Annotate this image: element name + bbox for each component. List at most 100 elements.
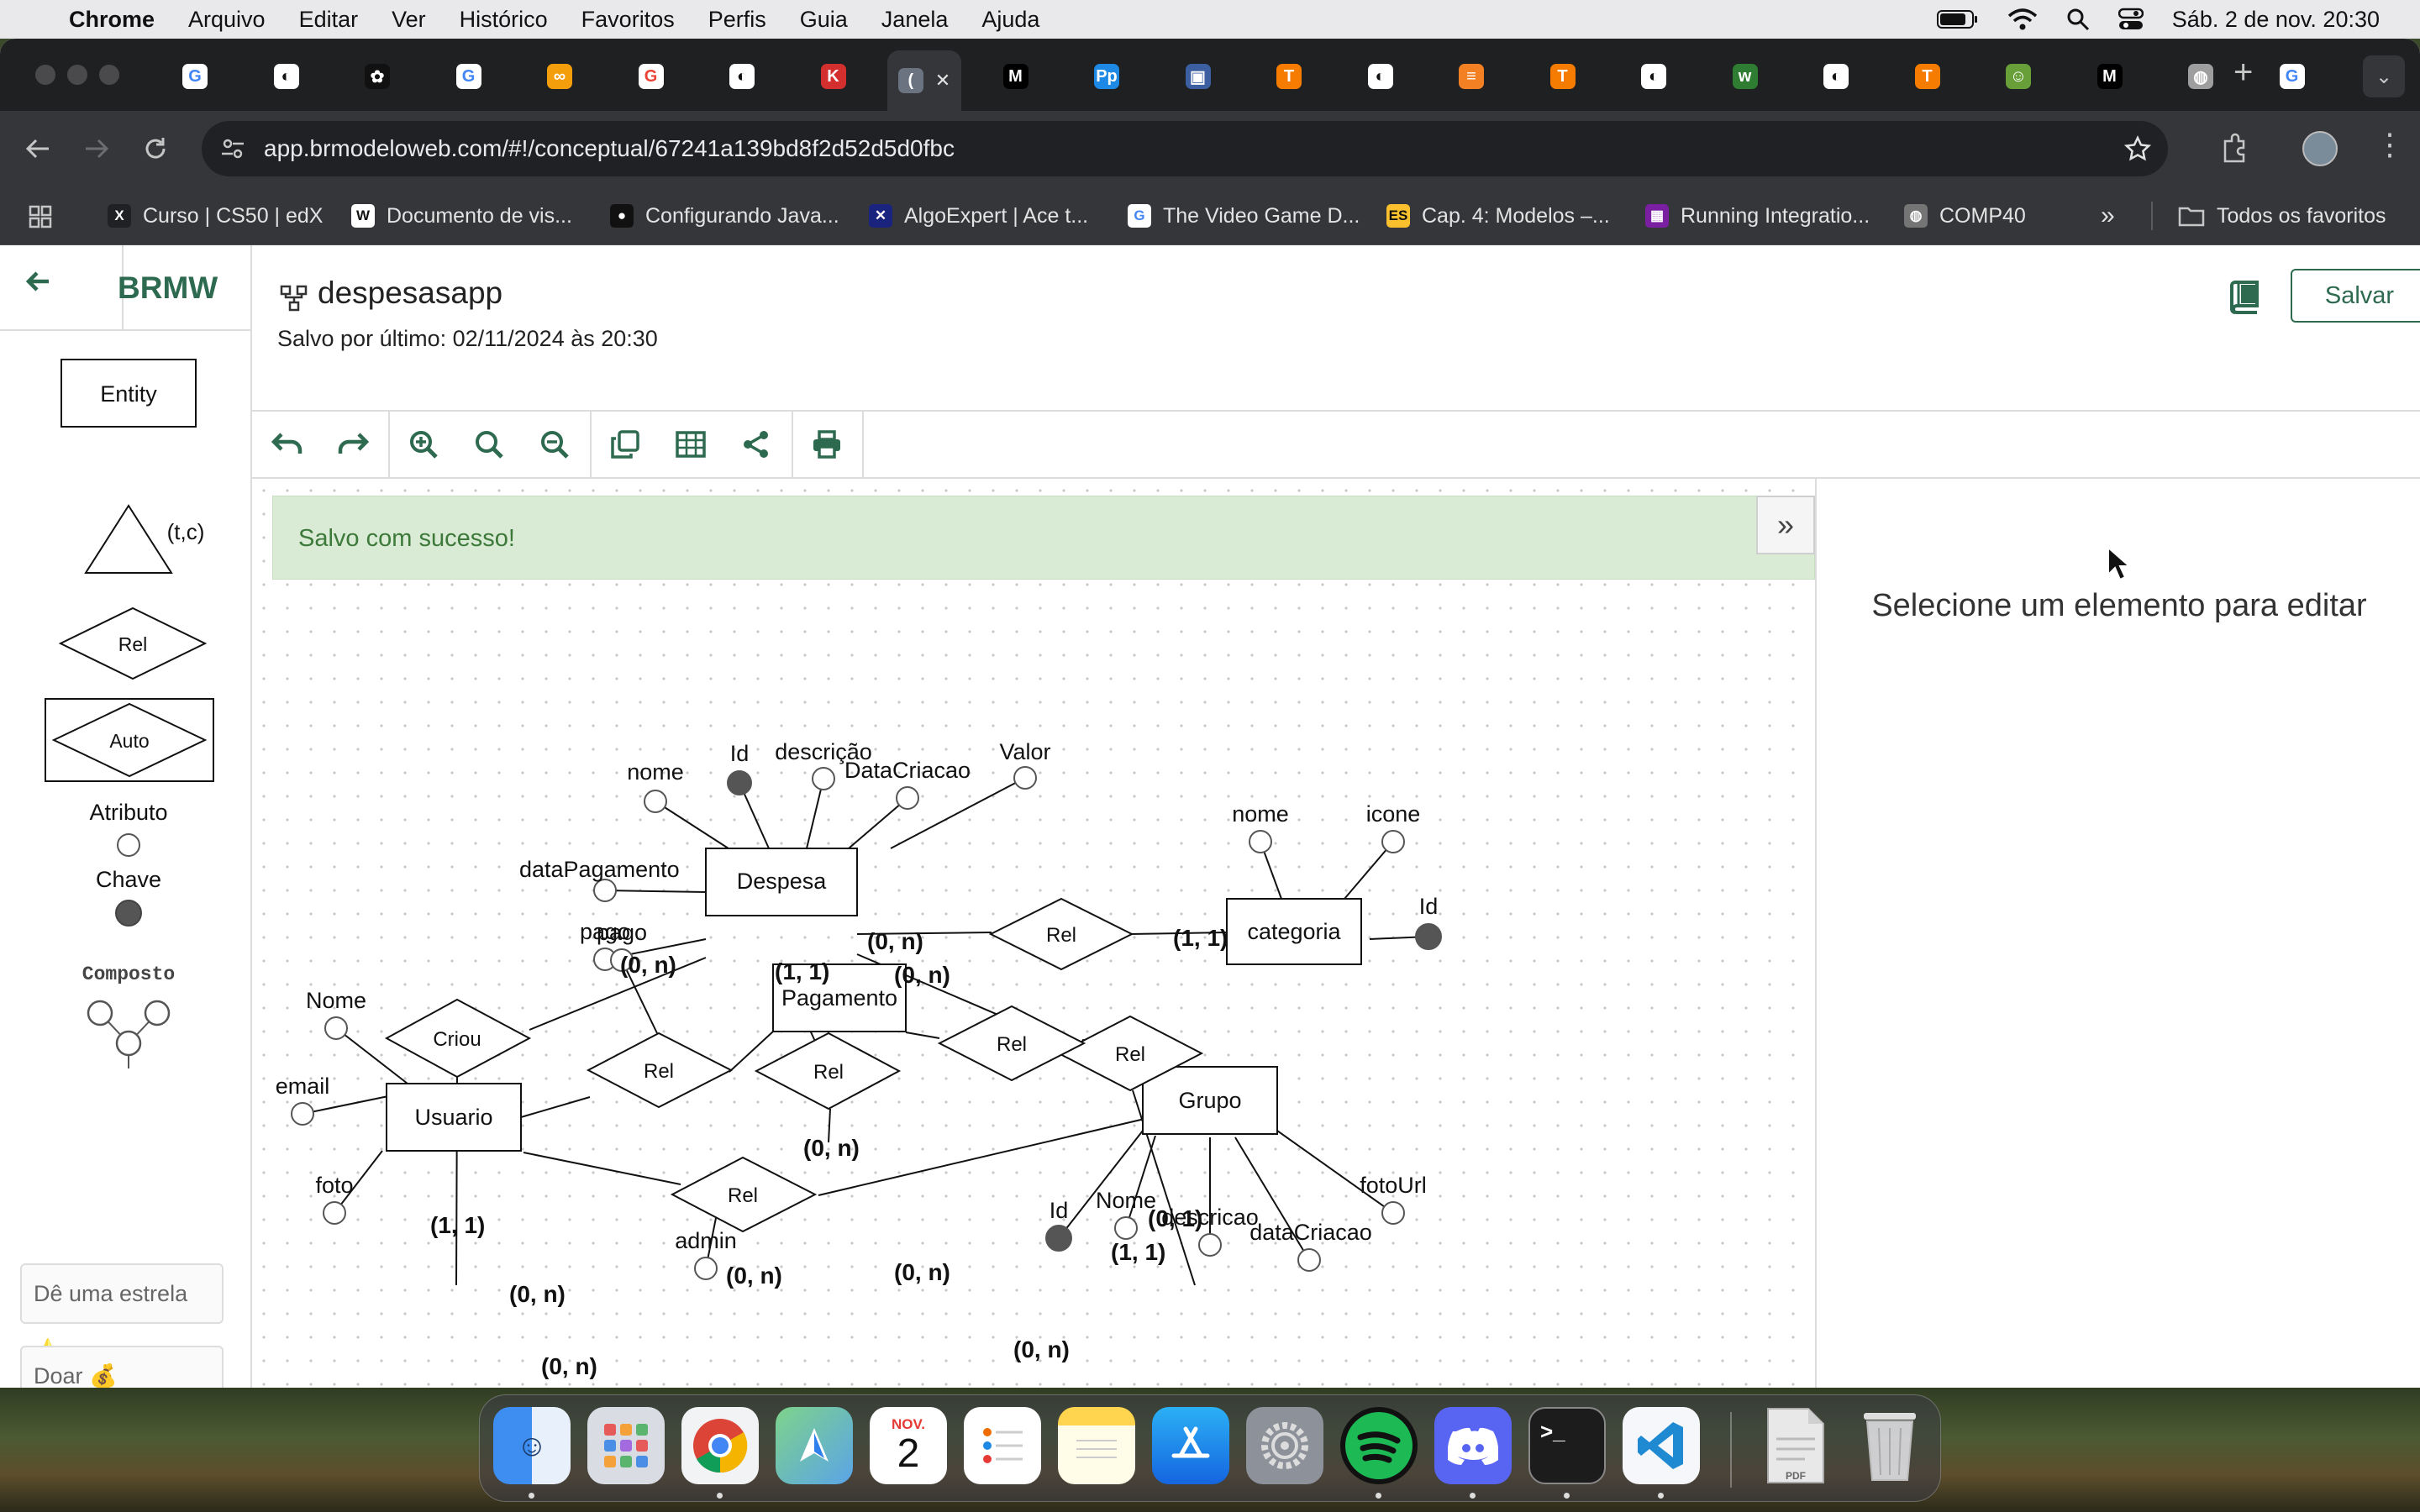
terminal-icon[interactable]: >_	[1528, 1407, 1606, 1484]
address-bar[interactable]: app.brmodeloweb.com/#!/conceptual/67241a…	[202, 121, 2168, 176]
calendar-icon[interactable]: NOV. 2	[870, 1407, 947, 1484]
bookmark-star-icon[interactable]	[2124, 135, 2151, 162]
attr-despesa-nome[interactable]	[644, 790, 667, 813]
bookmarks-overflow-icon[interactable]: »	[2101, 186, 2115, 245]
menu-app-name[interactable]: Chrome	[69, 7, 155, 33]
browser-tab[interactable]: ☺	[1981, 54, 2055, 99]
chrome-menu-icon[interactable]: ⋮	[2375, 129, 2405, 160]
window-minimize-button[interactable]	[67, 65, 87, 85]
browser-tab[interactable]: G	[614, 54, 688, 99]
menubar-clock[interactable]: Sáb. 2 de nov. 20:30	[2172, 7, 2380, 33]
bookmark-video-game[interactable]: G The Video Game D...	[1128, 186, 1360, 245]
diagram-canvas[interactable]: Despesa categoria Pagamento Usuario Grup…	[252, 479, 1815, 1388]
browser-tab[interactable]: M	[979, 54, 1053, 99]
attr-despesa-valor[interactable]	[1013, 766, 1037, 790]
menu-historico[interactable]: Histórico	[460, 7, 548, 33]
tab-active[interactable]: (✕	[887, 50, 961, 111]
undo-button[interactable]	[255, 412, 320, 477]
zoom-out-button[interactable]	[522, 412, 587, 477]
notes-icon[interactable]	[1058, 1407, 1135, 1484]
browser-tab[interactable]: ◐	[250, 54, 324, 99]
palette-specialization[interactable]: (t,c)	[84, 504, 204, 574]
rel-criou[interactable]: Criou	[384, 998, 532, 1079]
browser-tab[interactable]: T	[1526, 54, 1600, 99]
browser-tab[interactable]: T	[1891, 54, 1965, 99]
star-button[interactable]: Dê uma estrela ⭐	[20, 1263, 224, 1363]
print-button[interactable]	[794, 412, 860, 477]
reload-icon[interactable]	[141, 134, 170, 163]
browser-tab[interactable]: w	[1708, 54, 1782, 99]
attr-categoria-nome[interactable]	[1249, 830, 1272, 853]
attr-grupo-nome[interactable]	[1114, 1216, 1138, 1240]
browser-tab[interactable]: G	[158, 54, 232, 99]
duplicate-button[interactable]	[592, 412, 658, 477]
bookmark-algoexpert[interactable]: ✕ AlgoExpert | Ace t...	[869, 186, 1088, 245]
browser-tab[interactable]: ◐	[705, 54, 779, 99]
save-button[interactable]: Salvar	[2291, 269, 2420, 323]
entity-categoria[interactable]: categoria	[1226, 898, 1362, 965]
er-diagram[interactable]: Despesa categoria Pagamento Usuario Grup…	[252, 479, 1815, 1388]
table-view-button[interactable]	[658, 412, 723, 477]
control-center-icon[interactable]	[2118, 8, 2144, 31]
back-arrow-icon[interactable]	[24, 134, 52, 163]
book-icon[interactable]	[2227, 279, 2262, 314]
browser-tab[interactable]: ◍	[2164, 54, 2238, 99]
site-settings-icon[interactable]	[220, 136, 245, 161]
palette-composite[interactable]: Composto	[82, 963, 175, 1068]
key-grupo-id[interactable]	[1045, 1225, 1072, 1252]
redo-button[interactable]	[320, 412, 386, 477]
browser-tab[interactable]: G	[432, 54, 506, 99]
document-title[interactable]: despesasapp	[318, 276, 502, 311]
rel-despesa-categoria[interactable]: Rel	[988, 897, 1134, 971]
window-close-button[interactable]	[35, 65, 55, 85]
menu-guia[interactable]: Guia	[800, 7, 848, 33]
browser-tab[interactable]: Pp	[1070, 54, 1144, 99]
key-categoria-id[interactable]	[1415, 923, 1442, 950]
bookmark-documento[interactable]: W Documento de vis...	[351, 186, 572, 245]
browser-tab[interactable]: ∞	[523, 54, 597, 99]
browser-tab[interactable]: ◐	[1799, 54, 1873, 99]
bookmark-running-integration[interactable]: ▦ Running Integratio...	[1645, 186, 1870, 245]
attr-despesa-datacriacao[interactable]	[896, 786, 919, 810]
rel-despesa-pagamento[interactable]: Rel	[754, 1032, 902, 1110]
browser-tab[interactable]: ◐	[1617, 54, 1691, 99]
tab-search-button[interactable]: ⌄	[2363, 55, 2405, 97]
pdf-document-icon[interactable]: PDF	[1757, 1407, 1834, 1484]
browser-tab[interactable]: M	[2073, 54, 2147, 99]
menu-ver[interactable]: Ver	[392, 7, 426, 33]
attr-usuario-nome[interactable]	[324, 1016, 348, 1040]
browser-tab[interactable]: G	[2255, 54, 2329, 99]
battery-icon[interactable]	[1936, 9, 1979, 29]
trash-icon[interactable]	[1851, 1407, 1928, 1484]
share-button[interactable]	[723, 412, 789, 477]
rel-pagamento-grupo[interactable]: Rel	[937, 1005, 1086, 1082]
forward-arrow-icon[interactable]	[82, 134, 111, 163]
menu-arquivo[interactable]: Arquivo	[188, 7, 266, 33]
menu-editar[interactable]: Editar	[299, 7, 359, 33]
back-arrow-icon[interactable]	[24, 267, 52, 296]
menu-perfis[interactable]: Perfis	[708, 7, 766, 33]
palette-entity[interactable]: Entity	[60, 359, 197, 428]
finder-icon[interactable]: ☺	[493, 1407, 571, 1484]
zoom-in-button[interactable]	[391, 412, 456, 477]
attr-despesa-descricao[interactable]	[812, 767, 835, 790]
attr-usuario-foto[interactable]	[323, 1201, 346, 1225]
browser-tab[interactable]: ▣	[1161, 54, 1235, 99]
entity-grupo[interactable]: Grupo	[1142, 1066, 1278, 1135]
entity-despesa[interactable]: Despesa	[705, 848, 858, 916]
maps-icon[interactable]	[776, 1407, 853, 1484]
palette-relationship[interactable]: Rel	[58, 606, 208, 680]
zoom-reset-button[interactable]	[456, 412, 522, 477]
profile-avatar[interactable]	[2302, 131, 2338, 166]
entity-usuario[interactable]: Usuario	[386, 1083, 522, 1152]
attr-rel-admin[interactable]	[694, 1257, 718, 1280]
all-bookmarks-folder[interactable]: Todos os favoritos	[2178, 186, 2386, 245]
bookmark-cap4[interactable]: ES Cap. 4: Modelos –...	[1386, 186, 1610, 245]
menu-ajuda[interactable]: Ajuda	[981, 7, 1039, 33]
rel-usuario-pagamento[interactable]: Rel	[586, 1032, 734, 1109]
attr-grupo-fotourl[interactable]	[1381, 1201, 1405, 1225]
browser-tab[interactable]: ✿	[340, 54, 414, 99]
attr-grupo-descricao[interactable]	[1198, 1233, 1222, 1257]
bookmark-cs50[interactable]: X Curso | CS50 | edX	[108, 186, 323, 245]
attr-despesa-datapagamento[interactable]	[593, 879, 617, 902]
